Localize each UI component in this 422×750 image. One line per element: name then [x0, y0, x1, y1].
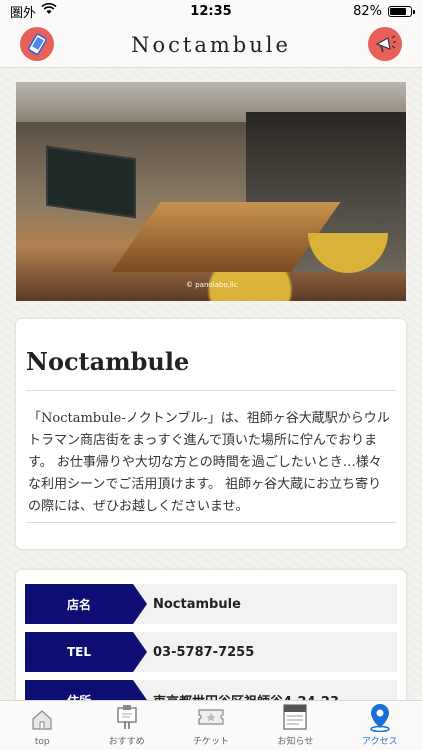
app-title: Noctambule — [131, 32, 291, 57]
news-icon — [280, 702, 310, 732]
tab-recommend[interactable]: おすすめ — [84, 701, 168, 750]
content-area[interactable]: © panolabo,llc Noctambule 「Noctambule-ノク… — [0, 68, 422, 700]
about-body: 「Noctambule-ノクトンブル-」は、祖師ヶ谷大蔵駅からウルトラマン商店街… — [28, 411, 390, 514]
phone-number-link[interactable]: 03-5787-7255 — [133, 632, 254, 672]
info-row-name: 店名 Noctambule — [25, 584, 397, 624]
map-pin-icon — [365, 702, 395, 732]
battery-icon — [388, 5, 415, 17]
tab-news[interactable]: お知らせ — [253, 701, 337, 750]
status-bar: 圏外 12:35 82% — [0, 0, 422, 22]
battery-fill — [390, 7, 407, 15]
tab-label: top — [34, 737, 50, 747]
info-row-tel[interactable]: TEL 03-5787-7255 — [25, 632, 397, 672]
divider — [26, 522, 396, 523]
about-card: Noctambule 「Noctambule-ノクトンブル-」は、祖師ヶ谷大蔵駅… — [16, 319, 406, 549]
tab-ticket[interactable]: チケット — [169, 701, 253, 750]
megaphone-icon — [375, 35, 396, 53]
about-title: Noctambule — [26, 347, 396, 391]
tab-access[interactable]: アクセス — [338, 701, 422, 750]
tab-label: お知らせ — [277, 737, 314, 747]
megaphone-button[interactable] — [368, 27, 402, 61]
menu-board-image — [46, 145, 136, 219]
tab-label: おすすめ — [108, 737, 145, 747]
tab-label: チケット — [193, 737, 230, 747]
tab-label: アクセス — [362, 737, 398, 747]
wifi-icon — [41, 2, 57, 19]
phone-icon — [28, 33, 47, 55]
info-card: 店名 Noctambule TEL 03-5787-7255 住所 東京都世田谷… — [16, 570, 406, 700]
ticket-icon — [196, 702, 226, 732]
photo-credit: © panolabo,llc — [186, 281, 238, 289]
info-row-address: 住所 東京都世田谷区祖師谷4-24-23 — [25, 680, 397, 700]
tab-bar: top おすすめ チケット お知らせ アクセス — [0, 700, 422, 750]
battery-percent: 82% — [353, 3, 382, 19]
carrier-text: 圏外 — [10, 5, 37, 21]
address-text: 東京都世田谷区祖師谷4-24-23 — [133, 680, 339, 701]
tab-top[interactable]: top — [0, 701, 84, 750]
info-label: 店名 — [25, 584, 147, 624]
restaurant-photo[interactable]: © panolabo,llc — [16, 82, 406, 301]
info-label: 住所 — [25, 680, 147, 700]
recommend-icon — [112, 702, 142, 732]
info-label: TEL — [25, 632, 147, 672]
home-icon — [27, 705, 57, 735]
app-header: Noctambule — [0, 22, 422, 68]
phone-button[interactable] — [20, 27, 54, 61]
info-value: Noctambule — [153, 596, 241, 612]
